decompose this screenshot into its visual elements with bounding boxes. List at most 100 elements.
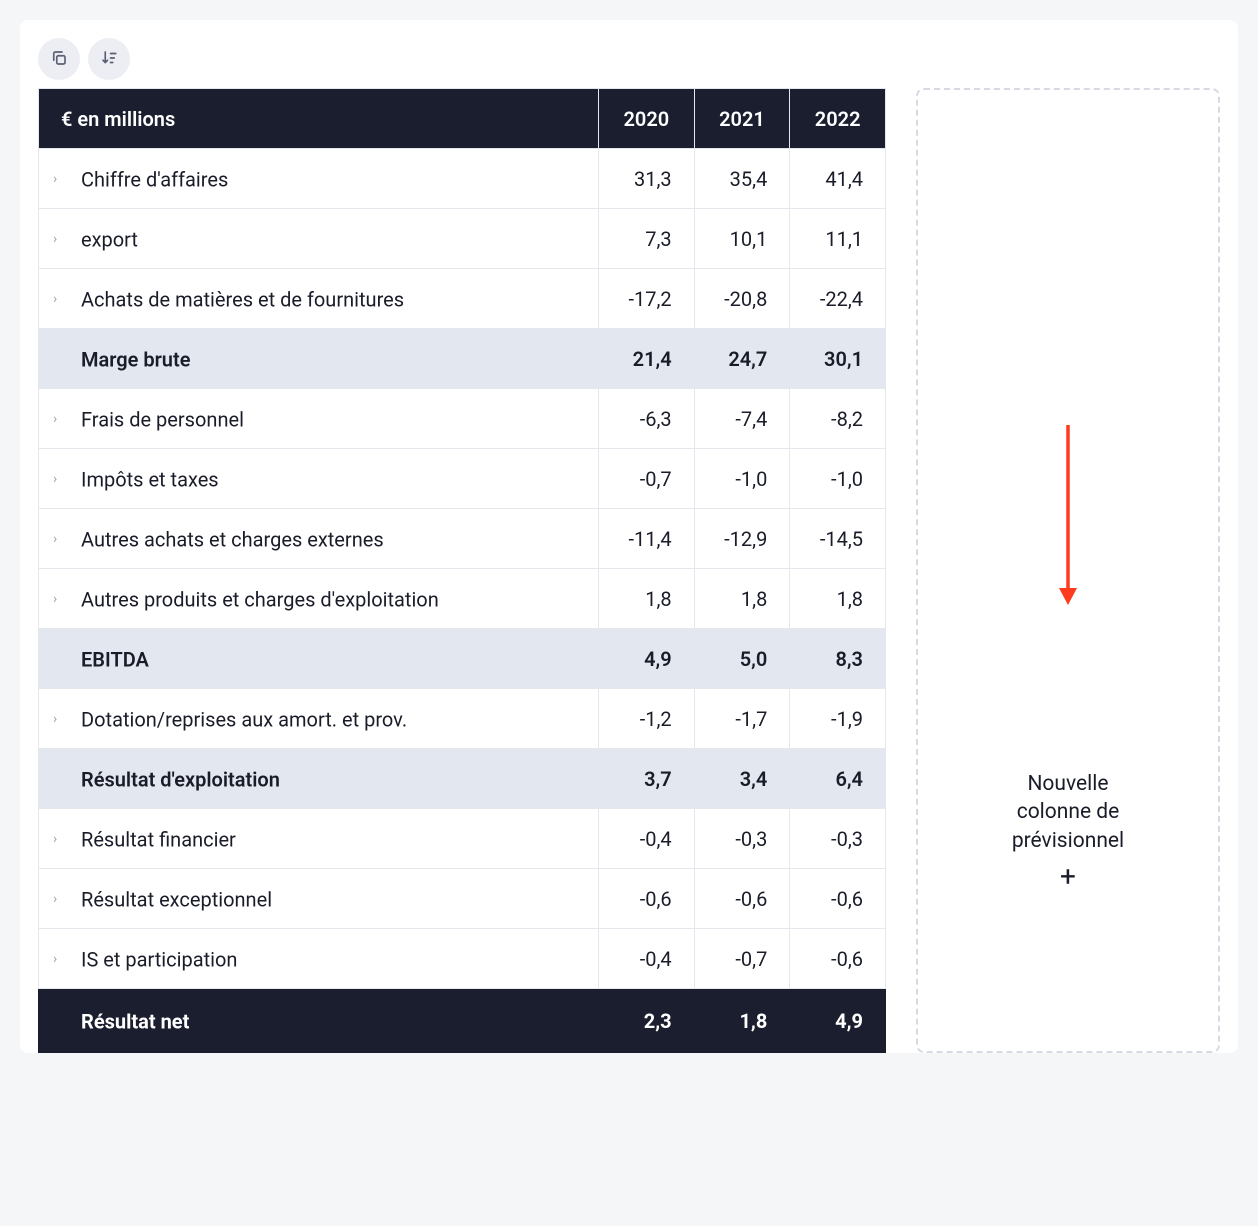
cell-value: -20,8 (694, 269, 790, 329)
cell-value: 4,9 (599, 629, 695, 689)
row-label-cell: › Dotation/reprises aux amort. et prov. (39, 689, 599, 749)
cell-value: -1,0 (694, 449, 790, 509)
cell-value: -0,4 (599, 929, 695, 989)
table-row[interactable]: ›Chiffre d'affaires31,335,441,4 (39, 149, 886, 209)
table-row[interactable]: ›Résultat financier-0,4-0,3-0,3 (39, 809, 886, 869)
row-label: Résultat exceptionnel (81, 887, 272, 911)
cell-value: 31,3 (599, 149, 695, 209)
add-column-line2: colonne de (1017, 800, 1120, 824)
row-label-cell: › Frais de personnel (39, 389, 599, 449)
chevron-right-icon[interactable]: › (53, 891, 63, 907)
table-row[interactable]: Résultat net 2,31,84,9 (39, 989, 886, 1053)
table-row[interactable]: ›Achats de matières et de fournitures-17… (39, 269, 886, 329)
cell-value: -17,2 (599, 269, 695, 329)
table-row[interactable]: EBITDA4,95,08,3 (39, 629, 886, 689)
cell-value: -0,6 (694, 869, 790, 929)
chevron-right-icon[interactable]: › (53, 471, 63, 487)
sort-button[interactable] (88, 38, 130, 80)
add-column-panel[interactable]: Nouvelle colonne de prévisionnel + (916, 88, 1220, 1053)
table-row[interactable]: Résultat d'exploitation3,73,46,4 (39, 749, 886, 809)
sort-icon (100, 49, 118, 70)
cell-value: -11,4 (599, 509, 695, 569)
row-label-cell: Résultat d'exploitation (39, 749, 599, 809)
chevron-right-icon[interactable]: › (53, 711, 63, 727)
cell-value: 1,8 (694, 989, 790, 1053)
cell-value: 24,7 (694, 329, 790, 389)
table-row[interactable]: › Dotation/reprises aux amort. et prov. -1… (39, 689, 886, 749)
row-label: Autres achats et charges externes (81, 527, 384, 551)
cell-value: -0,4 (599, 809, 695, 869)
row-label: Chiffre d'affaires (81, 167, 228, 191)
row-label-cell: › IS et participation (39, 929, 599, 989)
table-row[interactable]: ›Résultat exceptionnel-0,6-0,6-0,6 (39, 869, 886, 929)
cell-value: 1,8 (694, 569, 790, 629)
cell-value: -0,6 (599, 869, 695, 929)
chevron-right-icon[interactable]: › (53, 591, 63, 607)
table-body: ›Chiffre d'affaires31,335,441,4›export7,… (39, 149, 886, 1053)
cell-value: -0,6 (790, 869, 886, 929)
row-label: Marge brute (81, 347, 190, 371)
cell-value: -6,3 (599, 389, 695, 449)
table-row[interactable]: ›export7,310,111,1 (39, 209, 886, 269)
row-label: Impôts et taxes (81, 467, 219, 491)
row-label-cell: › Autres produits et charges d'exploitati… (39, 569, 599, 629)
add-column-text: Nouvelle colonne de prévisionnel (1012, 770, 1124, 855)
table-row[interactable]: › Frais de personnel -6,3-7,4-8,2 (39, 389, 886, 449)
cell-value: 2,3 (599, 989, 695, 1053)
financial-table-wrap: € en millions 2020 2021 2022 › Chiffre d'… (38, 88, 886, 1053)
cell-value: -1,9 (790, 689, 886, 749)
cell-value: 1,8 (599, 569, 695, 629)
row-label: Résultat net (81, 1009, 189, 1033)
row-label: IS et participation (81, 947, 237, 971)
row-label: Autres produits et charges d'exploitatio… (81, 587, 439, 611)
cell-value: -0,7 (694, 929, 790, 989)
row-label-cell: ›export (39, 209, 599, 269)
cell-value: 5,0 (694, 629, 790, 689)
row-label-cell: ›Résultat financier (39, 809, 599, 869)
cell-value: -0,6 (790, 929, 886, 989)
copy-icon (50, 49, 68, 70)
cell-value: -1,7 (694, 689, 790, 749)
table-row[interactable]: › Autres achats et charges externes -11,4 -… (39, 509, 886, 569)
cell-value: 30,1 (790, 329, 886, 389)
cell-value: 3,4 (694, 749, 790, 809)
row-label: Dotation/reprises aux amort. et prov. (81, 707, 407, 731)
table-row[interactable]: Marge brute 21,424,730,1 (39, 329, 886, 389)
chevron-right-icon[interactable]: › (53, 831, 63, 847)
table-row[interactable]: ›Impôts et taxes-0,7-1,0-1,0 (39, 449, 886, 509)
table-row[interactable]: › Autres produits et charges d'exploitati… (39, 569, 886, 629)
cell-value: 3,7 (599, 749, 695, 809)
row-label: EBITDA (81, 647, 149, 671)
header-label: € en millions (39, 89, 599, 149)
row-label-cell: ›Achats de matières et de fournitures (39, 269, 599, 329)
table-row[interactable]: › IS et participation -0,4-0,7-0,6 (39, 929, 886, 989)
row-label: Frais de personnel (81, 407, 244, 431)
cell-value: -0,3 (694, 809, 790, 869)
chevron-right-icon[interactable]: › (53, 951, 63, 967)
add-column-line3: prévisionnel (1012, 829, 1124, 853)
cell-value: -8,2 (790, 389, 886, 449)
chevron-right-icon[interactable]: › (53, 411, 63, 427)
cell-value: -14,5 (790, 509, 886, 569)
cell-value: 41,4 (790, 149, 886, 209)
add-column-line1: Nouvelle (1027, 772, 1108, 796)
copy-button[interactable] (38, 38, 80, 80)
cell-value: 11,1 (790, 209, 886, 269)
financial-table: € en millions 2020 2021 2022 › Chiffre d'… (38, 88, 886, 1053)
toolbar (38, 38, 1220, 80)
cell-value: 4,9 (790, 989, 886, 1053)
cell-value: 21,4 (599, 329, 695, 389)
chevron-right-icon[interactable]: › (53, 171, 63, 187)
header-year-2: 2022 (790, 89, 886, 149)
chevron-right-icon[interactable]: › (53, 291, 63, 307)
chevron-right-icon[interactable]: › (53, 531, 63, 547)
cell-value: -0,7 (599, 449, 695, 509)
table-header-row: € en millions 2020 2021 2022 (39, 89, 886, 149)
cell-value: 7,3 (599, 209, 695, 269)
cell-value: -1,0 (790, 449, 886, 509)
chevron-right-icon[interactable]: › (53, 231, 63, 247)
row-label-cell: › Impôts et taxes (39, 449, 599, 509)
main-row: € en millions 2020 2021 2022 › Chiffre d'… (38, 88, 1220, 1053)
cell-value: -7,4 (694, 389, 790, 449)
row-label-cell: › Chiffre d'affaires (39, 149, 599, 209)
